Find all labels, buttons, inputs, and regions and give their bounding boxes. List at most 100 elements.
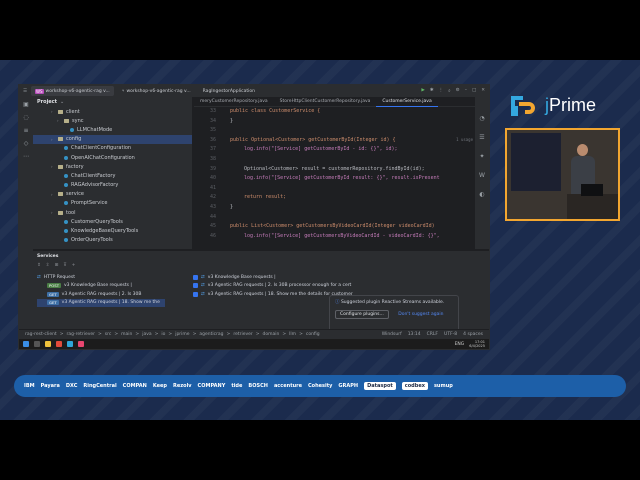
breadcrumb-item[interactable]: agenticrag: [199, 332, 223, 337]
notifications-icon[interactable]: ◔: [479, 115, 484, 122]
title-tab[interactable]: ⑂ workshop-v6-agentic-rag v...: [118, 86, 195, 96]
status-item[interactable]: CRLF: [427, 332, 438, 337]
structure-icon[interactable]: ≡: [23, 127, 28, 134]
tree-item[interactable]: LLMChatMode: [33, 125, 192, 134]
code-area[interactable]: 33 public class CustomerService {34} 35 36 p…: [194, 108, 475, 249]
service-row[interactable]: GET v3 Agentic RAG requests | 18. Show me…: [37, 298, 165, 307]
taskbar-clock[interactable]: 17:01 6/4/2025: [469, 340, 485, 348]
menu-icon[interactable]: ☰: [23, 89, 27, 94]
jprime-wordmark: jPrime: [545, 95, 596, 116]
group-icon[interactable]: ⊞: [55, 263, 59, 268]
breadcrumb-item[interactable]: jprime: [175, 332, 189, 337]
usage-hint[interactable]: 1 usage: [456, 137, 473, 142]
service-detail-label: v3 Agentic RAG requests | 2. Is 30B proc…: [207, 283, 352, 289]
search-icon[interactable]: ⌕: [448, 88, 451, 94]
breadcrumb-item[interactable]: rag-retriever: [66, 332, 95, 337]
service-row[interactable]: POST v3 Knowledge Base requests |: [37, 282, 165, 291]
tree-item[interactable]: PromptService: [33, 199, 192, 208]
run-config[interactable]: RagIngestorApplication: [199, 86, 259, 96]
debug-icon[interactable]: ✱: [430, 88, 434, 94]
filter-icon[interactable]: ⊽: [63, 263, 66, 268]
windsurf-icon[interactable]: W: [479, 172, 485, 179]
close-icon[interactable]: ✕: [481, 88, 485, 94]
chevron-icon[interactable]: ›: [51, 137, 55, 142]
tree-item[interactable]: › tool: [33, 208, 192, 217]
breadcrumb-item[interactable]: rag-rest-client: [25, 332, 57, 337]
service-detail-row[interactable]: ⇄ v3 Knowledge Base requests |: [193, 273, 363, 282]
breadcrumb-item[interactable]: io: [161, 332, 165, 337]
gradle-icon[interactable]: ◐: [479, 191, 484, 198]
chevron-icon[interactable]: ›: [51, 164, 55, 169]
ai-icon[interactable]: ✦: [479, 153, 484, 160]
sponsor-logo: accenture: [273, 383, 302, 389]
chevron-icon[interactable]: ›: [51, 192, 55, 197]
breadcrumb-item[interactable]: config: [306, 332, 320, 337]
chevron-down-icon[interactable]: ⌄: [60, 99, 64, 105]
tree-item[interactable]: › factory: [33, 162, 192, 171]
settings-icon[interactable]: ⚙: [456, 88, 460, 94]
chevron-icon[interactable]: ›: [51, 109, 55, 114]
tree-item[interactable]: ChatClientFactory: [33, 171, 192, 180]
breadcrumb-item[interactable]: java: [142, 332, 151, 337]
editor-tab[interactable]: meryCustomerRepository.java: [194, 97, 274, 107]
collapse-icon[interactable]: ⇳: [46, 263, 50, 268]
service-detail-row[interactable]: ⇄ v3 Agentic RAG requests | 2. Is 30B pro…: [193, 282, 363, 291]
service-row[interactable]: ⇄ HTTP Request: [37, 273, 165, 282]
checkbox[interactable]: [193, 274, 198, 280]
tree-item[interactable]: OpenAIChatConfiguration: [33, 153, 192, 162]
chevron-icon[interactable]: ›: [51, 210, 55, 215]
tree-item[interactable]: › sync: [33, 116, 192, 125]
dont-suggest-link[interactable]: Don't suggest again: [398, 312, 443, 317]
search-taskbar-icon[interactable]: [34, 341, 40, 347]
chevron-icon[interactable]: ›: [57, 118, 61, 123]
tree-item[interactable]: KnowledgeBaseQueryTools: [33, 226, 192, 235]
sponsor-logo: RingCentral: [83, 383, 117, 389]
tree-item[interactable]: OrderQueryTools: [33, 236, 192, 245]
code-line: public class CustomerService {: [230, 108, 321, 114]
code-line: return result;: [244, 194, 287, 201]
status-item[interactable]: UTF-8: [444, 332, 457, 337]
editor-tab-active[interactable]: CustomerService.java: [376, 97, 438, 107]
maximize-icon[interactable]: □: [472, 88, 476, 94]
tree-item[interactable]: › service: [33, 190, 192, 199]
tree-item[interactable]: ChatClientConfiguration: [33, 144, 192, 153]
windows-start-icon[interactable]: [23, 341, 29, 347]
tree-item[interactable]: CustomerQueryTools: [33, 217, 192, 226]
edge-icon[interactable]: [67, 341, 73, 347]
add-icon[interactable]: +: [72, 263, 76, 268]
tree-item[interactable]: RAGAdvisorFactory: [33, 181, 192, 190]
expand-icon[interactable]: ⇕: [37, 263, 41, 268]
minimize-icon[interactable]: –: [465, 88, 467, 94]
checkbox[interactable]: [193, 283, 198, 289]
breadcrumb-item[interactable]: llm: [289, 332, 296, 337]
folder-icon[interactable]: ▣: [23, 101, 29, 108]
status-item[interactable]: 4 spaces: [463, 332, 483, 337]
editor-tab[interactable]: StoreHttpClientCustomerRepository.java: [274, 97, 377, 107]
taskbar-lang[interactable]: ENG: [455, 342, 465, 347]
tree-item[interactable]: › config: [33, 134, 192, 144]
title-tab[interactable]: WS workshop-v6-agentic-rag v...: [31, 86, 114, 96]
configure-plugins-button[interactable]: Configure plugins...: [335, 310, 389, 319]
commit-icon[interactable]: ◌: [23, 114, 28, 121]
intellij-icon[interactable]: [78, 341, 84, 347]
files-icon[interactable]: [45, 341, 51, 347]
breadcrumb-item[interactable]: retriever: [233, 332, 252, 337]
project-panel-header[interactable]: Project ⌄: [33, 97, 192, 107]
breadcrumb-item[interactable]: domain: [263, 332, 280, 337]
tree-item-label: KnowledgeBaseQueryTools: [71, 228, 139, 235]
run-icon[interactable]: ▶: [421, 88, 424, 94]
breadcrumb-item[interactable]: main: [121, 332, 132, 337]
more-tools-icon[interactable]: ⋯: [23, 153, 29, 160]
database-icon[interactable]: ☰: [479, 134, 484, 141]
status-item[interactable]: Windsurf: [382, 332, 402, 337]
service-row[interactable]: GET v3 Agentic RAG requests | 2. Is 30B: [37, 290, 165, 299]
tree-item[interactable]: › client: [33, 107, 192, 116]
folder-icon: [64, 118, 69, 123]
breadcrumb-item[interactable]: src: [105, 332, 112, 337]
browser-icon[interactable]: [56, 341, 62, 347]
checkbox[interactable]: [193, 291, 198, 297]
bookmark-icon[interactable]: ◇: [24, 140, 29, 147]
more-icon[interactable]: ⋮: [439, 88, 444, 94]
code-line: public Optional<Customer> getCustomerByI…: [230, 136, 396, 143]
status-item[interactable]: 13:14: [408, 332, 421, 337]
